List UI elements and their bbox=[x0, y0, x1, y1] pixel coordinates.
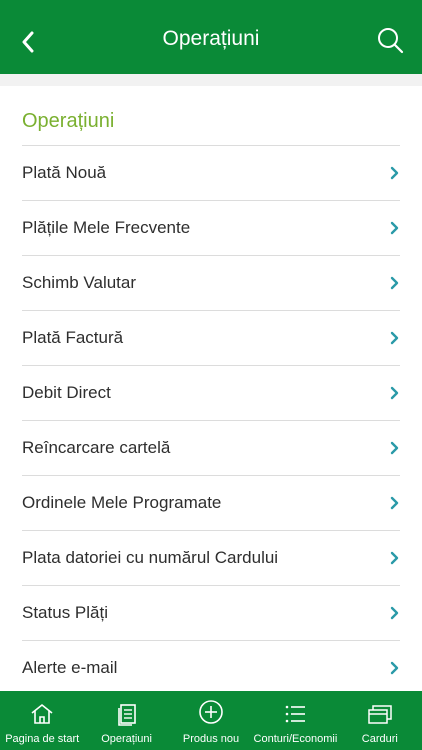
section-title: Operațiuni bbox=[22, 110, 115, 132]
tab-pagina-de-start[interactable]: Pagina de start bbox=[0, 691, 84, 750]
tab-produs-nou[interactable]: Produs nou bbox=[169, 691, 253, 750]
list-item-plata-datoriei-card[interactable]: Plata datoriei cu numărul Cardului bbox=[22, 530, 400, 585]
list-item-debit-direct[interactable]: Debit Direct bbox=[22, 365, 400, 420]
list-item-label: Reîncarcare cartelă bbox=[22, 438, 171, 457]
operations-list: Plată Nouă Plățile Mele Frecvente Schimb… bbox=[0, 145, 422, 695]
chevron-right-icon bbox=[390, 386, 399, 400]
bottom-tab-bar: Pagina de start Operațiuni Produs nou Co… bbox=[0, 691, 422, 750]
list-item-label: Schimb Valutar bbox=[22, 273, 137, 292]
header-separator bbox=[0, 74, 422, 86]
tab-conturi-economii[interactable]: Conturi/Economii bbox=[253, 691, 337, 750]
search-button[interactable] bbox=[376, 26, 406, 56]
search-icon bbox=[378, 28, 404, 54]
app-header: Operațiuni bbox=[0, 0, 422, 74]
chevron-right-icon bbox=[390, 661, 399, 675]
list-item-label: Plată Factură bbox=[22, 328, 124, 347]
list-item-label: Status Plăți bbox=[22, 603, 108, 622]
home-icon bbox=[31, 704, 53, 724]
tab-label: Produs nou bbox=[182, 733, 240, 745]
tab-label: Pagina de start bbox=[5, 733, 80, 745]
list-item-ordinele-programate[interactable]: Ordinele Mele Programate bbox=[22, 475, 400, 530]
tab-label: Carduri bbox=[361, 733, 398, 745]
cards-icon bbox=[368, 705, 392, 724]
tab-operatiuni[interactable]: Operațiuni bbox=[84, 691, 168, 750]
list-item-plata-noua[interactable]: Plată Nouă bbox=[22, 145, 400, 200]
tab-label: Conturi/Economii bbox=[253, 733, 338, 745]
list-item-label: Debit Direct bbox=[22, 383, 111, 402]
back-arrow-icon bbox=[22, 31, 34, 53]
chevron-right-icon bbox=[390, 551, 399, 565]
plus-circle-icon bbox=[199, 700, 223, 724]
list-item-label: Ordinele Mele Programate bbox=[22, 493, 222, 512]
back-button[interactable] bbox=[14, 26, 42, 58]
chevron-right-icon bbox=[390, 496, 399, 510]
list-item-alerte-email[interactable]: Alerte e-mail bbox=[22, 640, 400, 695]
chevron-right-icon bbox=[390, 166, 399, 180]
page-title: Operațiuni bbox=[162, 27, 260, 50]
chevron-right-icon bbox=[390, 331, 399, 345]
list-item-reincarcare-cartela[interactable]: Reîncarcare cartelă bbox=[22, 420, 400, 475]
list-item-status-plati[interactable]: Status Plăți bbox=[22, 585, 400, 640]
tab-label: Operațiuni bbox=[101, 733, 152, 745]
list-item-label: Alerte e-mail bbox=[22, 658, 118, 677]
list-item-plata-factura[interactable]: Plată Factură bbox=[22, 310, 400, 365]
tab-carduri[interactable]: Carduri bbox=[338, 691, 422, 750]
list-item-label: Plata datoriei cu numărul Cardului bbox=[22, 548, 279, 567]
list-icon bbox=[286, 705, 306, 723]
list-item-platile-frecvente[interactable]: Plățile Mele Frecvente bbox=[22, 200, 400, 255]
chevron-right-icon bbox=[390, 441, 399, 455]
list-item-schimb-valutar[interactable]: Schimb Valutar bbox=[22, 255, 400, 310]
document-icon bbox=[117, 704, 136, 726]
chevron-right-icon bbox=[390, 606, 399, 620]
chevron-right-icon bbox=[390, 221, 399, 235]
chevron-right-icon bbox=[390, 276, 399, 290]
list-item-label: Plată Nouă bbox=[22, 163, 107, 182]
list-item-label: Plățile Mele Frecvente bbox=[22, 218, 191, 237]
